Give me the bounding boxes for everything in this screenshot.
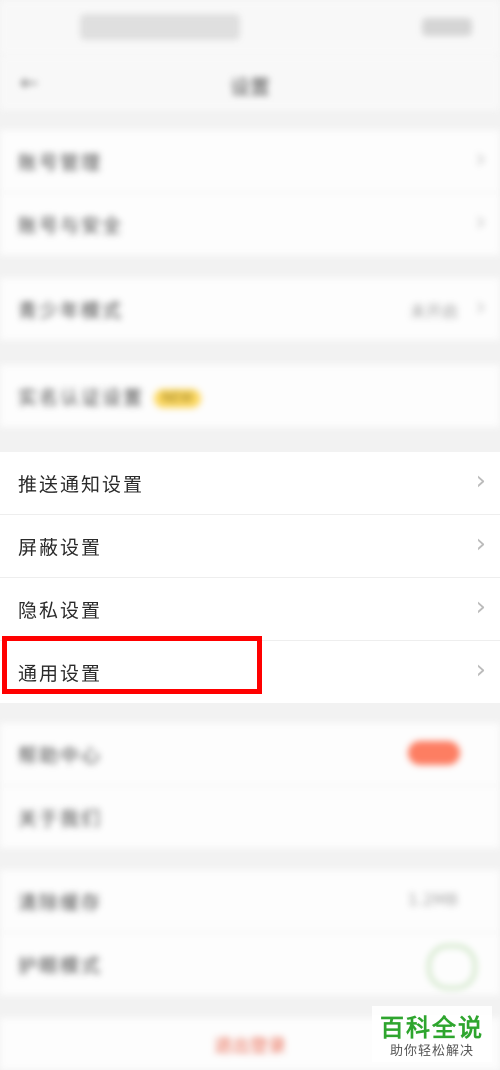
- watermark-title: 百科全说: [380, 1014, 484, 1042]
- row-youth-mode[interactable]: 青少年模式 未开启 ›: [0, 278, 500, 340]
- chevron-right-icon: ›: [475, 592, 486, 622]
- row-label: 推送通知设置: [18, 474, 145, 496]
- page-title: 设置: [230, 75, 270, 99]
- row-label: 帮助中心: [18, 745, 103, 767]
- row-feature-settings[interactable]: 实名认证设置 NEW: [0, 365, 500, 427]
- row-about[interactable]: 关于我们: [0, 786, 500, 848]
- highlight-box: [2, 636, 262, 694]
- group-account: 账号管理 › 账号与安全 ›: [0, 130, 500, 255]
- row-eye-mode[interactable]: 护眼模式: [0, 933, 500, 995]
- chevron-right-icon: ›: [475, 144, 486, 174]
- chevron-right-icon: ›: [475, 655, 486, 685]
- new-badge: NEW: [154, 389, 201, 408]
- group-misc: 帮助中心 关于我们: [0, 723, 500, 848]
- row-label: 账号管理: [18, 152, 103, 174]
- row-label: 屏蔽设置: [18, 537, 103, 559]
- watermark-subtitle: 助你轻松解决: [389, 1044, 474, 1059]
- chevron-right-icon: ›: [475, 529, 486, 559]
- watermark: 百科全说 助你轻松解决: [372, 1006, 492, 1062]
- status-left: [80, 14, 240, 40]
- group-mode: 青少年模式 未开启 ›: [0, 278, 500, 340]
- row-account-security[interactable]: 账号与安全 ›: [0, 193, 500, 255]
- nav-bar: ← 设置: [0, 55, 500, 110]
- row-label: 清除缓存: [18, 892, 103, 914]
- row-label: 隐私设置: [18, 600, 103, 622]
- battery-icon: [422, 18, 472, 36]
- row-push-notification-settings[interactable]: 推送通知设置 ›: [0, 452, 500, 515]
- row-value: 未开启: [409, 302, 458, 321]
- row-value: 1.2MB: [407, 890, 458, 909]
- status-pill: [408, 741, 460, 765]
- toggle-switch[interactable]: [428, 945, 476, 989]
- chevron-right-icon: ›: [475, 292, 486, 322]
- row-label: 护眼模式: [18, 955, 103, 977]
- row-block-settings[interactable]: 屏蔽设置 ›: [0, 515, 500, 578]
- status-bar: [0, 0, 500, 55]
- row-clear-cache[interactable]: 清除缓存 1.2MB: [0, 870, 500, 933]
- row-label: 关于我们: [18, 808, 103, 830]
- chevron-right-icon: ›: [475, 466, 486, 496]
- group-features: 实名认证设置 NEW: [0, 365, 500, 427]
- row-account-manage[interactable]: 账号管理 ›: [0, 130, 500, 193]
- row-help-center[interactable]: 帮助中心: [0, 723, 500, 786]
- row-privacy-settings[interactable]: 隐私设置 ›: [0, 578, 500, 641]
- row-label: 青少年模式: [18, 300, 124, 322]
- row-label: 账号与安全: [18, 215, 124, 237]
- row-label: 实名认证设置 NEW: [18, 383, 201, 410]
- group-system: 清除缓存 1.2MB 护眼模式: [0, 870, 500, 995]
- chevron-right-icon: ›: [475, 207, 486, 237]
